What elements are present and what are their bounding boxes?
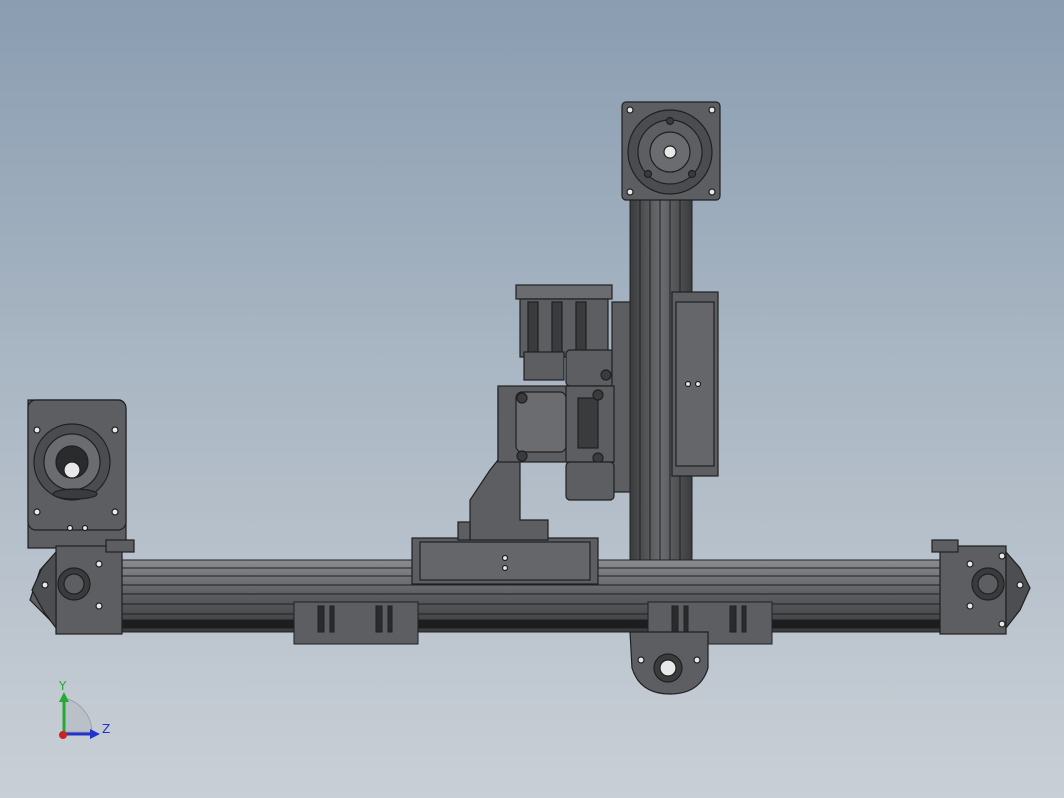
right-end-cap	[931, 539, 1031, 635]
bottom-mount	[629, 631, 709, 695]
y-axis-label: Y	[59, 679, 67, 693]
left-end-cap	[27, 399, 135, 635]
horizontal-carriage	[411, 537, 599, 585]
graphics-viewport[interactable]: Y Z	[0, 0, 1064, 798]
top-motor-plate	[621, 101, 721, 201]
vertical-carriage	[671, 291, 719, 477]
z-axis-label: Z	[102, 722, 111, 736]
cad-model[interactable]	[0, 0, 1064, 798]
x-axis-dot	[59, 731, 67, 739]
coordinate-triad	[59, 692, 100, 739]
